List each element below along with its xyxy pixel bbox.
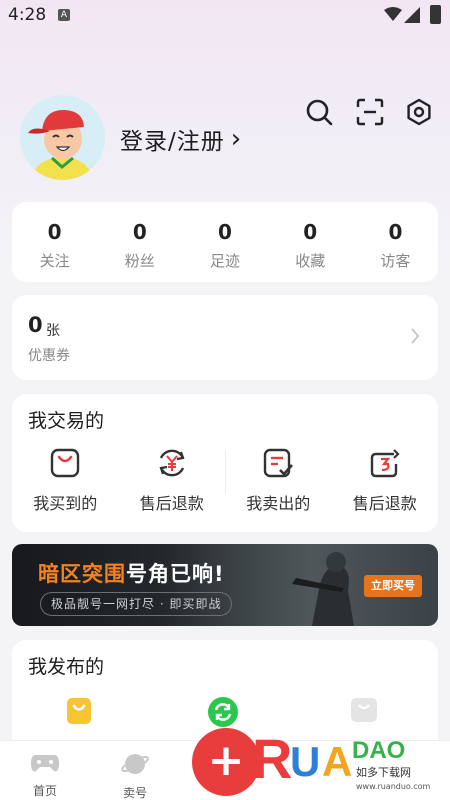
input-method-icon: A [58,9,70,21]
cellular-icon [404,7,420,23]
watermark-logo: R U A DAO 如多下载网 www.ruanduo.com [252,727,440,792]
yen-refresh-icon [159,449,185,477]
tab-label: 首页 [32,784,57,798]
publish-section-title: 我发布的 [28,656,105,678]
trade-item-label: 售后退款 [352,494,417,513]
coupon-count: 0 [28,313,43,337]
login-register-label: 登录/注册 [120,129,225,155]
stats-card: 0 关注 0 粉丝 0 足迹 0 收藏 0 访客 [12,202,438,282]
publish-fab-button[interactable]: + [192,728,260,796]
chevron-right-icon [411,328,420,344]
planet-icon [121,754,149,774]
return-icon [370,449,400,478]
stat-label: 粉丝 [124,252,155,270]
stat-label: 关注 [39,252,70,270]
exchange-icon[interactable] [207,696,239,728]
tab-label: 卖号 [122,786,147,800]
trade-section-title: 我交易的 [28,410,105,432]
battery-icon [430,5,441,24]
stat-value: 0 [388,220,403,244]
stat-favorites[interactable]: 0 收藏 [268,202,353,282]
buy-account-button[interactable]: 立即买号 [364,575,422,597]
trade-item-label: 我卖出的 [246,494,311,513]
stat-follow[interactable]: 0 关注 [12,202,97,282]
avatar-illustration-icon [28,109,93,180]
avatar[interactable] [20,95,105,180]
coupon-unit: 张 [46,323,60,339]
stat-value: 0 [132,220,147,244]
stat-footprint[interactable]: 0 足迹 [182,202,267,282]
soldier-illustration-icon [292,552,354,626]
stat-value: 0 [47,220,62,244]
shopping-bag-icon[interactable] [66,696,92,726]
banner-subline: 极品靓号一网打尽 · 即买即战 [40,592,233,616]
trade-card: 我交易的 我买到的 售后退款 我卖出的 售后退款 [12,394,438,532]
promo-banner[interactable]: 暗区突围号角已响! 极品靓号一网打尽 · 即买即战 立即买号 [12,544,438,626]
checklist-icon [264,448,294,478]
svg-text:U: U [290,738,320,785]
trade-item-sold[interactable]: 我卖出的 [225,446,332,514]
coupon-card[interactable]: 0 张 优惠券 [12,295,438,380]
bag-icon [51,448,80,478]
stat-label: 访客 [380,252,411,270]
trade-item-label: 我买到的 [33,494,98,513]
stat-label: 收藏 [295,252,326,270]
plus-icon: + [207,735,245,786]
svg-text:A: A [322,738,352,785]
banner-headline-text: 号角已响! [126,562,225,586]
watermark-url: www.ruanduo.com [356,782,431,791]
search-icon[interactable] [305,98,333,126]
status-bar: 4:28 A [0,0,450,30]
tab-sell-account[interactable]: 卖号 [105,751,165,800]
scan-icon[interactable] [356,98,384,126]
wifi-icon [384,7,402,21]
banner-headline: 暗区突围号角已响! [38,558,225,588]
settings-icon[interactable] [405,98,433,126]
svg-text:DAO: DAO [352,737,405,764]
trade-item-refund-sell[interactable]: 售后退款 [332,446,439,514]
login-register-link[interactable]: 登录/注册 › [120,122,242,156]
tab-home[interactable]: 首页 [15,751,75,799]
chevron-right-icon: › [230,124,243,154]
coupon-label: 优惠券 [28,348,70,364]
stat-fans[interactable]: 0 粉丝 [97,202,182,282]
gamepad-icon [31,755,59,772]
trade-item-bought[interactable]: 我买到的 [12,446,119,514]
trade-item-label: 售后退款 [139,494,204,513]
status-time: 4:28 [8,5,47,25]
stat-label: 足迹 [210,252,241,270]
stat-visitors[interactable]: 0 访客 [353,202,438,282]
stat-value: 0 [218,220,232,244]
trade-item-refund-buy[interactable]: 售后退款 [119,446,226,514]
svg-text:R: R [252,727,292,790]
banner-headline-game: 暗区突围 [38,562,126,586]
watermark-cn: 如多下载网 [356,765,411,779]
stat-value: 0 [303,220,318,244]
